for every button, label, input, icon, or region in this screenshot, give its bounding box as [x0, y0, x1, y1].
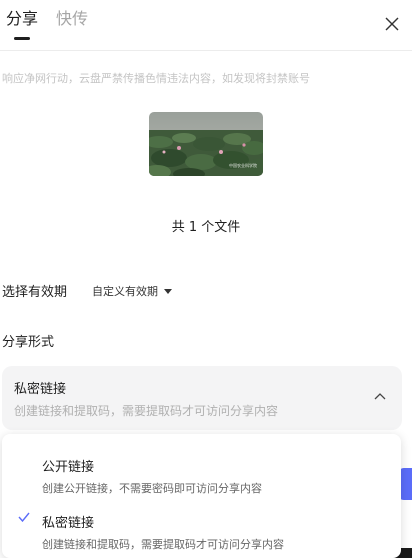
option-private-link[interactable]: 私密链接 创建链接和提取码，需要提取码才可访问分享内容 — [2, 498, 401, 554]
share-method-label: 分享形式 — [2, 335, 55, 350]
file-count: 共 1 个文件 — [171, 220, 241, 235]
link-type-dropdown: 公开链接 创建公开链接，不需要密码即可访问分享内容 私密链接 创建链接和提取码，… — [2, 434, 401, 558]
share-dialog: 分享 快传 响应净网行动，云盘严禁传播色情违法内容，如发现将封禁账号 中国农业科… — [0, 0, 412, 558]
active-tab-indicator — [14, 37, 30, 40]
link-type-title: 私密链接 — [14, 382, 67, 397]
header-divider — [0, 50, 412, 51]
option-desc: 创建链接和提取码，需要提取码才可访问分享内容 — [42, 538, 284, 551]
link-type-desc: 创建链接和提取码，需要提取码才可访问分享内容 — [14, 404, 279, 418]
chevron-up-icon — [374, 393, 386, 400]
tab-bar: 分享 快传 — [6, 8, 88, 42]
option-public-link[interactable]: 公开链接 创建公开链接，不需要密码即可访问分享内容 — [2, 442, 401, 498]
expiry-select[interactable]: 自定义有效期 — [92, 283, 172, 299]
thumbnail-watermark: 中国农业科学院 — [229, 163, 257, 168]
check-icon — [18, 512, 30, 522]
option-desc: 创建公开链接，不需要密码即可访问分享内容 — [42, 482, 262, 495]
notice-text: 响应净网行动，云盘严禁传播色情违法内容，如发现将封禁账号 — [2, 72, 310, 85]
link-type-select[interactable]: 私密链接 创建链接和提取码，需要提取码才可访问分享内容 — [2, 366, 402, 430]
tab-quick-transfer-label: 快传 — [56, 9, 89, 28]
expiry-label: 选择有效期 — [2, 285, 68, 300]
tab-quick-transfer[interactable]: 快传 — [56, 8, 88, 42]
option-title: 公开链接 — [42, 460, 95, 475]
tab-share-label: 分享 — [6, 9, 39, 28]
file-thumbnail: 中国农业科学院 — [149, 112, 263, 176]
expiry-value: 自定义有效期 — [92, 285, 158, 298]
close-icon[interactable] — [382, 14, 402, 34]
caret-down-icon — [164, 289, 172, 294]
tab-share[interactable]: 分享 — [6, 8, 38, 42]
option-title: 私密链接 — [42, 516, 95, 531]
